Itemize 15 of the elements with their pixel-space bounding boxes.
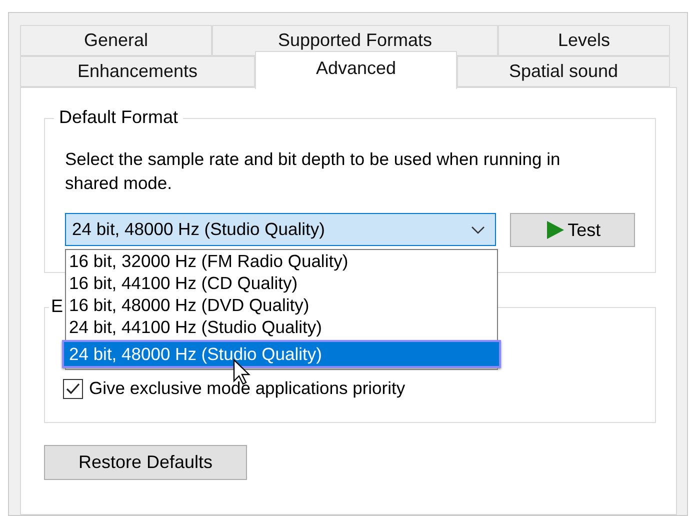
tab[interactable]: Enhancements [20,56,255,87]
chevron-icon [471,226,486,234]
tab[interactable]: General [20,25,212,56]
tab[interactable]: Spatial sound [457,56,670,87]
description-text: Select the sample rate and bit depth to be used when running in shared mode. [65,148,562,195]
tab[interactable]: Advanced [255,51,457,89]
play-icon [544,220,565,240]
restore-defaults-button[interactable]: Restore Defaults [44,445,247,480]
checkbox[interactable] [63,378,83,398]
checkbox-label: Give exclusive mode applications priority [89,378,406,399]
tab[interactable]: Levels [498,25,670,56]
test-button[interactable]: Test [510,213,635,247]
checkmark-icon [65,380,81,396]
dropdown-option[interactable]: 24 bit, 48000 Hz (Studio Quality) [62,340,501,368]
format-dropdown[interactable]: 24 bit, 48000 Hz (Studio Quality) [65,213,496,246]
